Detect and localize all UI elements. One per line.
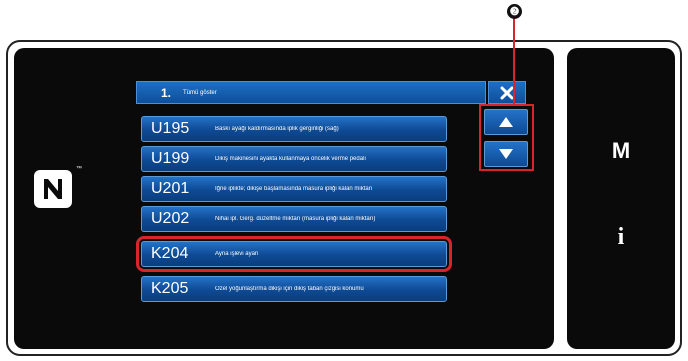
item-code: K205 [151,280,189,297]
triangle-down-icon [499,149,513,159]
trademark-mark: ™ [76,166,82,172]
close-x-icon [500,86,514,99]
triangle-up-icon [499,117,513,127]
nfc-icon [34,170,72,208]
list-title: Tümü göster [183,89,217,96]
side-panel [567,48,675,349]
close-button[interactable] [488,81,526,104]
info-button[interactable]: i [567,224,675,251]
list-item-u202[interactable]: U202 Nihai ipl. Gerg. düzeltme miktarı (… [141,206,447,232]
item-code: U195 [151,120,190,137]
nfc-glyph [44,179,62,199]
m-button[interactable]: M [567,138,675,164]
list-item-u195[interactable]: U195 Baskı ayağı kaldırmasında iplik ger… [141,116,447,142]
list-number: 1. [161,85,172,100]
item-description: Dikiş makinesini ayakta kullanmaya öncel… [215,156,367,162]
item-description: Ayna işlevi ayarı [215,251,259,257]
item-description: Özel yoğunlaştırma dikişi için dikiş tab… [215,286,364,292]
item-code: U202 [151,210,190,227]
callout-marker: ❷ [507,4,522,19]
list-item-u201[interactable]: U201 İğne iplikte; dikişe başlamasında m… [141,176,447,202]
item-code: K204 [151,245,189,262]
list-item-k204[interactable]: K204 Ayna işlevi ayarı [136,236,452,272]
item-code: U199 [151,150,190,167]
scroll-up-button[interactable] [484,109,528,135]
item-description: Baskı ayağı kaldırmasında iplik gerginli… [215,126,339,132]
item-description: Nihai ipl. Gerg. düzeltme miktarı (masur… [215,216,376,222]
list-item-u199[interactable]: U199 Dikiş makinesini ayakta kullanmaya … [141,146,447,172]
scroll-down-button[interactable] [484,141,528,167]
callout-line [513,18,515,104]
item-description: İğne iplikte; dikişe başlamasında masura… [215,186,373,192]
list-item-k205[interactable]: K205 Özel yoğunlaştırma dikişi için diki… [141,276,447,302]
item-code: U201 [151,180,190,197]
list-header: 1. Tümü göster [136,81,486,104]
